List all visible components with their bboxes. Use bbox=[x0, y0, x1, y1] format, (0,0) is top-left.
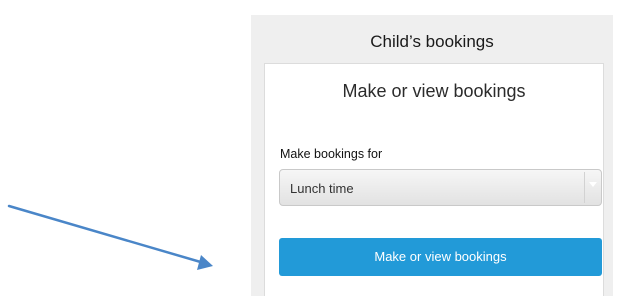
screenshot-stage: Child’s bookings Make or view bookings M… bbox=[0, 0, 622, 296]
arrow-pointer-icon bbox=[7, 204, 213, 270]
bookings-card: Make or view bookings Make bookings for … bbox=[264, 63, 604, 296]
make-or-view-bookings-button[interactable]: Make or view bookings bbox=[279, 238, 602, 276]
make-bookings-for-label: Make bookings for bbox=[280, 147, 383, 161]
booking-type-select[interactable]: Lunch time bbox=[279, 169, 602, 206]
child-bookings-panel: Child’s bookings Make or view bookings M… bbox=[251, 15, 613, 296]
booking-type-select-value: Lunch time bbox=[290, 181, 354, 196]
panel-title: Child’s bookings bbox=[370, 32, 494, 51]
card-title: Make or view bookings bbox=[342, 81, 526, 101]
select-divider bbox=[584, 172, 585, 203]
chevron-down-icon bbox=[589, 182, 597, 187]
